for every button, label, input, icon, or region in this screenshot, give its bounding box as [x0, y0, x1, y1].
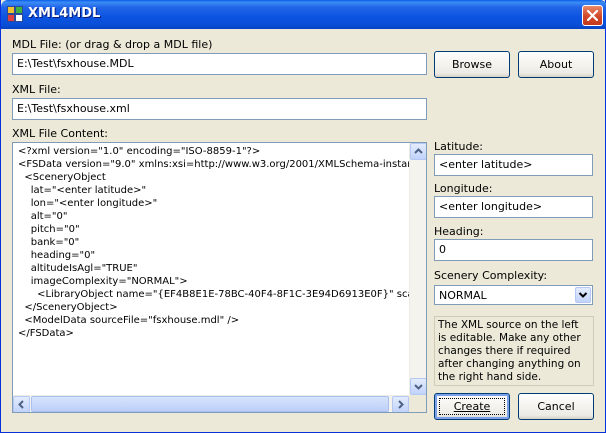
window-title: XML4MDL — [28, 6, 101, 21]
vertical-scrollbar[interactable] — [409, 143, 426, 395]
xml-content-label: XML File Content: — [12, 127, 109, 140]
chevron-down-icon — [414, 384, 423, 390]
scenery-complexity-select[interactable]: NORMAL — [434, 285, 593, 305]
scenery-complexity-value: NORMAL — [439, 289, 487, 302]
xml-file-input[interactable]: E:\Test\fsxhouse.xml — [12, 98, 427, 120]
scroll-right-arrow[interactable] — [392, 396, 409, 412]
xml-content-line: </FSData> — [18, 328, 74, 339]
title-bar[interactable]: XML4MDL — [1, 0, 606, 29]
chevron-right-icon — [398, 400, 404, 409]
app-icon — [7, 6, 23, 22]
horizontal-scroll-thumb[interactable] — [31, 396, 389, 412]
scenery-complexity-label: Scenery Complexity: — [434, 269, 548, 282]
mdl-file-label: MDL File: (or drag & drop a MDL file) — [12, 38, 213, 51]
dropdown-button[interactable] — [575, 287, 591, 303]
xml-content-line: imageComplexity="NORMAL"> — [18, 276, 188, 287]
xml-content-line: altitudeIsAgl="TRUE" — [18, 263, 138, 274]
about-button[interactable]: About — [518, 51, 594, 78]
main-window: XML4MDL MDL File: (or drag & drop a MDL … — [0, 0, 606, 433]
latitude-input[interactable]: <enter latitude> — [434, 154, 593, 176]
longitude-label: Longitude: — [434, 182, 493, 195]
scroll-down-arrow[interactable] — [410, 378, 426, 395]
xml-content-line: bank="0" — [18, 237, 80, 248]
focus-ring — [439, 398, 505, 415]
xml-content-text[interactable]: <?xml version="1.0" encoding="ISO-8859-1… — [18, 145, 410, 393]
cancel-button[interactable]: Cancel — [518, 393, 594, 420]
heading-input[interactable]: 0 — [434, 239, 593, 261]
xml-content-editor[interactable]: <?xml version="1.0" encoding="ISO-8859-1… — [12, 142, 427, 413]
chevron-up-icon — [414, 148, 423, 154]
xml-content-line: <?xml version="1.0" encoding="ISO-8859-1… — [18, 146, 261, 157]
xml-content-line: </SceneryObject> — [18, 302, 118, 313]
mdl-file-input[interactable]: E:\Test\fsxhouse.MDL — [12, 53, 427, 75]
longitude-input[interactable]: <enter longitude> — [434, 196, 593, 218]
xml-file-label: XML File: — [12, 83, 61, 96]
scroll-left-arrow[interactable] — [13, 396, 30, 412]
xml-content-line: <FSData version="9.0" xmlns:xsi=http://w… — [18, 159, 410, 170]
xml-content-line: <LibraryObject name="{EF4B8E1E-78BC-40F4… — [18, 289, 410, 300]
xml-content-line: pitch="0" — [18, 224, 80, 235]
xml-content-line: heading="0" — [18, 250, 96, 261]
close-icon — [587, 10, 598, 21]
chevron-down-icon — [578, 292, 588, 298]
close-button[interactable] — [582, 5, 603, 26]
xml-content-line: <SceneryObject — [18, 172, 106, 183]
create-button[interactable]: Create — [434, 393, 510, 420]
xml-content-line: lon="<enter longitude>" — [18, 198, 158, 209]
latitude-label: Latitude: — [434, 140, 483, 153]
xml-content-line: lat="<enter latitude>" — [18, 185, 147, 196]
info-text: The XML source on the left is editable. … — [434, 316, 594, 386]
xml-content-line: alt="0" — [18, 211, 68, 222]
heading-label: Heading: — [434, 225, 484, 238]
browse-button[interactable]: Browse — [434, 51, 510, 78]
xml-content-line: <ModelData sourceFile="fsxhouse.mdl" /> — [18, 315, 240, 326]
chevron-left-icon — [18, 400, 24, 409]
scroll-up-arrow[interactable] — [410, 143, 426, 160]
horizontal-scrollbar[interactable] — [13, 395, 409, 412]
scroll-corner — [409, 395, 426, 412]
